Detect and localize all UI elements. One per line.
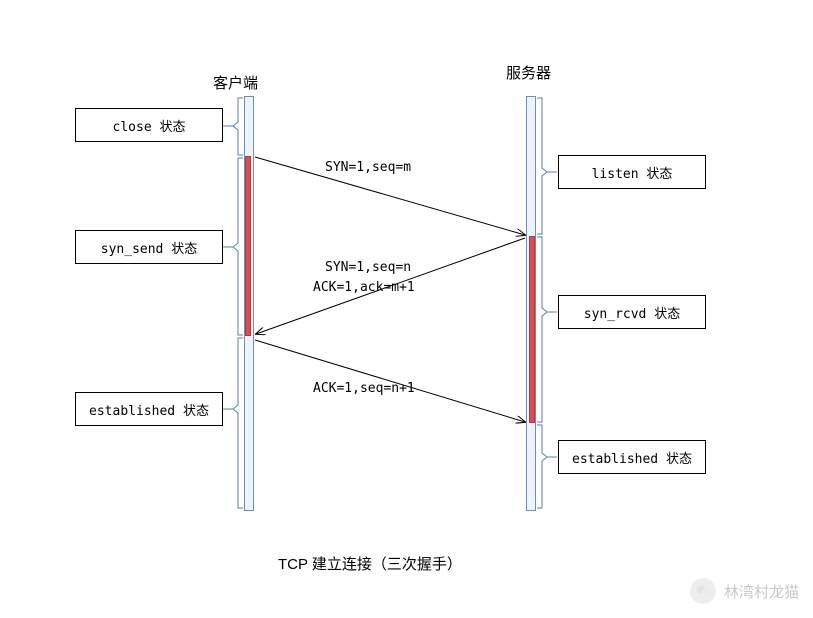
- msg-label-2a: SYN=1,seq=n: [325, 260, 411, 275]
- msg-label-3: ACK=1,seq=n+1: [313, 381, 415, 396]
- wechat-icon: [690, 578, 716, 604]
- client-state-established: established 状态: [75, 392, 223, 426]
- client-syn-send-span: [245, 156, 251, 336]
- msg-label-2b: ACK=1,ack=m+1: [313, 280, 415, 295]
- server-state-syn-rcvd: syn_rcvd 状态: [558, 295, 706, 329]
- server-state-established: established 状态: [558, 440, 706, 474]
- watermark: 林湾村龙猫: [690, 578, 799, 604]
- diagram-caption: TCP 建立连接（三次握手）: [278, 553, 462, 574]
- client-header: 客户端: [213, 72, 258, 93]
- server-syn-rcvd-span: [529, 236, 535, 423]
- server-header: 服务器: [506, 62, 551, 83]
- client-state-close: close 状态: [75, 108, 223, 142]
- msg-label-1: SYN=1,seq=m: [325, 160, 411, 175]
- watermark-text: 林湾村龙猫: [724, 581, 799, 602]
- client-state-syn-send: syn_send 状态: [75, 230, 223, 264]
- server-state-listen: listen 状态: [558, 155, 706, 189]
